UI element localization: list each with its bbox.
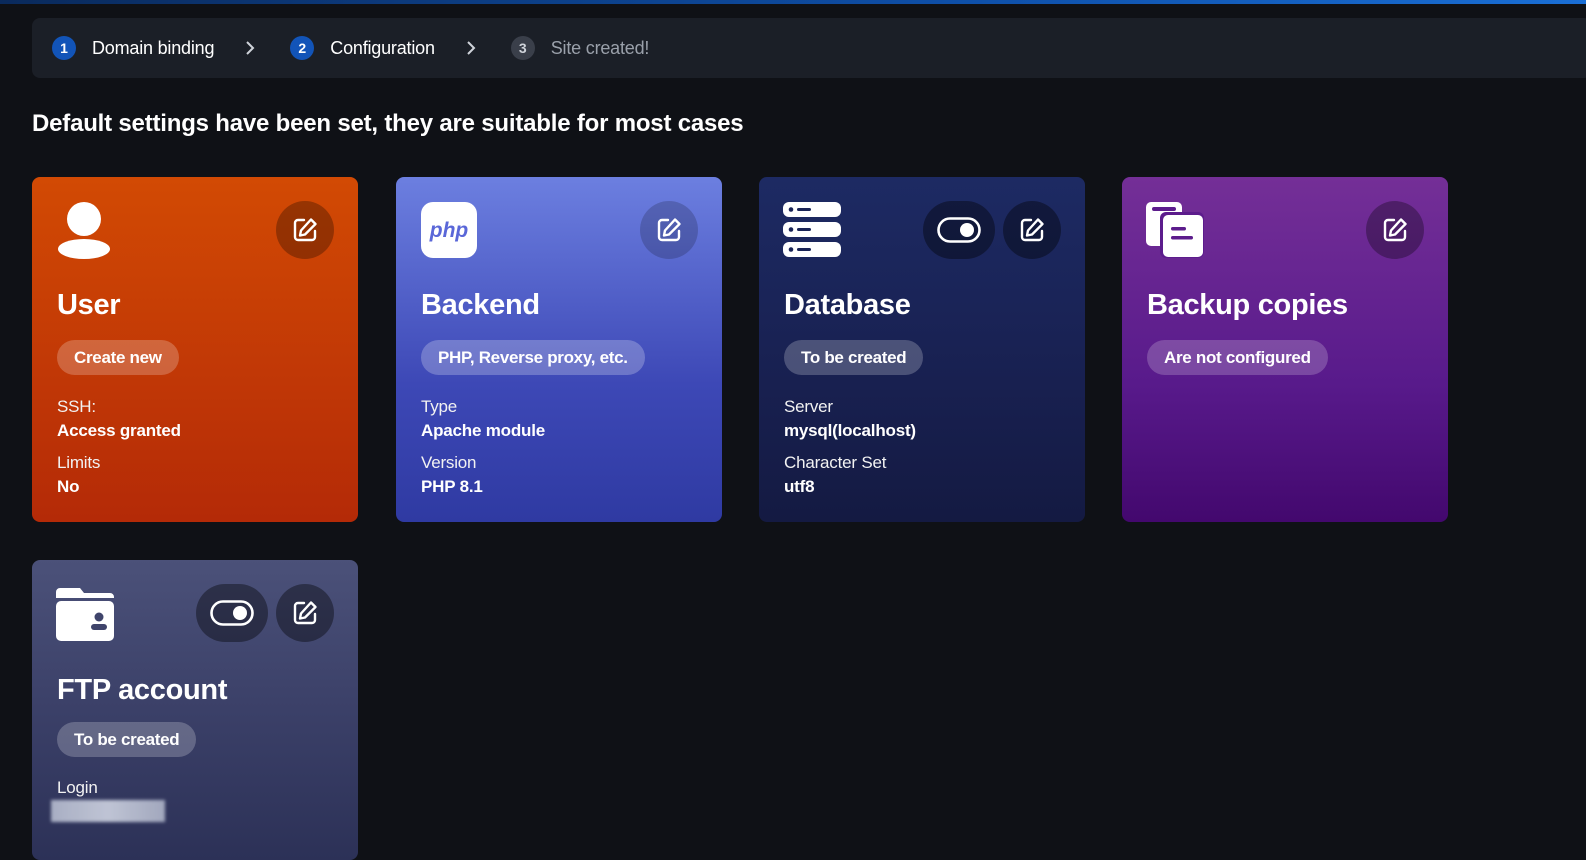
database-card[interactable]: Database To be created Server mysql(loca… — [759, 177, 1085, 522]
ftp-login-value-redacted — [51, 800, 165, 829]
user-icon — [56, 201, 114, 259]
prop-value: utf8 — [784, 477, 815, 496]
prop-label: Type — [421, 397, 458, 416]
prop-label: Login — [57, 778, 98, 797]
status-badge: Are not configured — [1147, 340, 1328, 375]
card-title: FTP account — [57, 674, 228, 706]
prop-value: mysql(localhost) — [784, 421, 916, 440]
edit-user-button[interactable] — [276, 201, 334, 259]
edit-database-button[interactable] — [1003, 201, 1061, 259]
toggle-on-icon — [210, 600, 254, 626]
database-server-icon — [783, 201, 841, 259]
prop-value: Apache module — [421, 421, 545, 440]
edit-icon — [657, 218, 681, 242]
edit-backend-button[interactable] — [640, 201, 698, 259]
status-badge: PHP, Reverse proxy, etc. — [421, 340, 645, 375]
backend-card[interactable]: php Backend PHP, Reverse proxy, etc. Typ… — [396, 177, 722, 522]
card-title: Database — [784, 289, 911, 321]
php-icon: php — [420, 201, 478, 259]
prop-label: Version — [421, 453, 477, 472]
step-label: Domain binding — [92, 37, 215, 58]
step-site-created: 3 Site created! — [510, 36, 650, 60]
status-badge: To be created — [57, 722, 197, 757]
card-properties: Type Apache module Version PHP 8.1 — [421, 395, 545, 507]
prop-value: Access granted — [57, 421, 181, 440]
ftp-card[interactable]: FTP account To be created Login — [32, 560, 358, 860]
chevron-right-icon — [459, 36, 483, 60]
ftp-toggle[interactable] — [196, 584, 268, 642]
prop-value: No — [57, 477, 80, 496]
step-domain-binding[interactable]: 1 Domain binding — [52, 36, 214, 60]
card-title: Backup copies — [1147, 289, 1348, 321]
user-card[interactable]: User Create new SSH: Access granted Limi… — [32, 177, 358, 522]
card-properties: Server mysql(localhost) Character Set ut… — [784, 395, 916, 507]
backup-card[interactable]: Backup copies Are not configured — [1122, 177, 1448, 522]
card-title: User — [57, 289, 121, 321]
chevron-right-icon — [238, 36, 262, 60]
step-number: 2 — [290, 36, 315, 60]
prop-label: Limits — [57, 453, 101, 472]
step-configuration[interactable]: 2 Configuration — [290, 36, 435, 60]
documents-copy-icon — [1146, 201, 1204, 259]
card-properties: SSH: Access granted Limits No — [57, 395, 181, 507]
prop-label: Character Set — [784, 453, 887, 472]
prop-label: Server — [784, 397, 833, 416]
prop-label: SSH: — [57, 397, 96, 416]
edit-icon — [293, 601, 317, 625]
top-accent-bar — [0, 0, 1586, 4]
toggle-on-icon — [937, 217, 981, 243]
edit-icon — [293, 218, 317, 242]
edit-ftp-button[interactable] — [276, 584, 334, 642]
status-badge: To be created — [784, 340, 924, 375]
step-label: Site created! — [550, 37, 650, 58]
card-title: Backend — [421, 289, 540, 321]
php-icon-text: php — [429, 219, 469, 242]
redacted-text — [51, 800, 165, 822]
prop-value: PHP 8.1 — [421, 477, 483, 496]
folder-user-icon — [56, 584, 114, 642]
edit-backup-button[interactable] — [1366, 201, 1424, 259]
edit-icon — [1383, 218, 1407, 242]
status-badge: Create new — [57, 340, 179, 375]
database-toggle[interactable] — [923, 201, 995, 259]
page-heading: Default settings have been set, they are… — [32, 110, 744, 137]
edit-icon — [1020, 218, 1044, 242]
card-properties: Login — [51, 776, 165, 837]
step-label: Configuration — [330, 37, 435, 58]
wizard-stepper: 1 Domain binding 2 Configuration 3 Site … — [32, 18, 1586, 78]
step-number: 1 — [52, 36, 76, 60]
step-number: 3 — [510, 36, 535, 60]
